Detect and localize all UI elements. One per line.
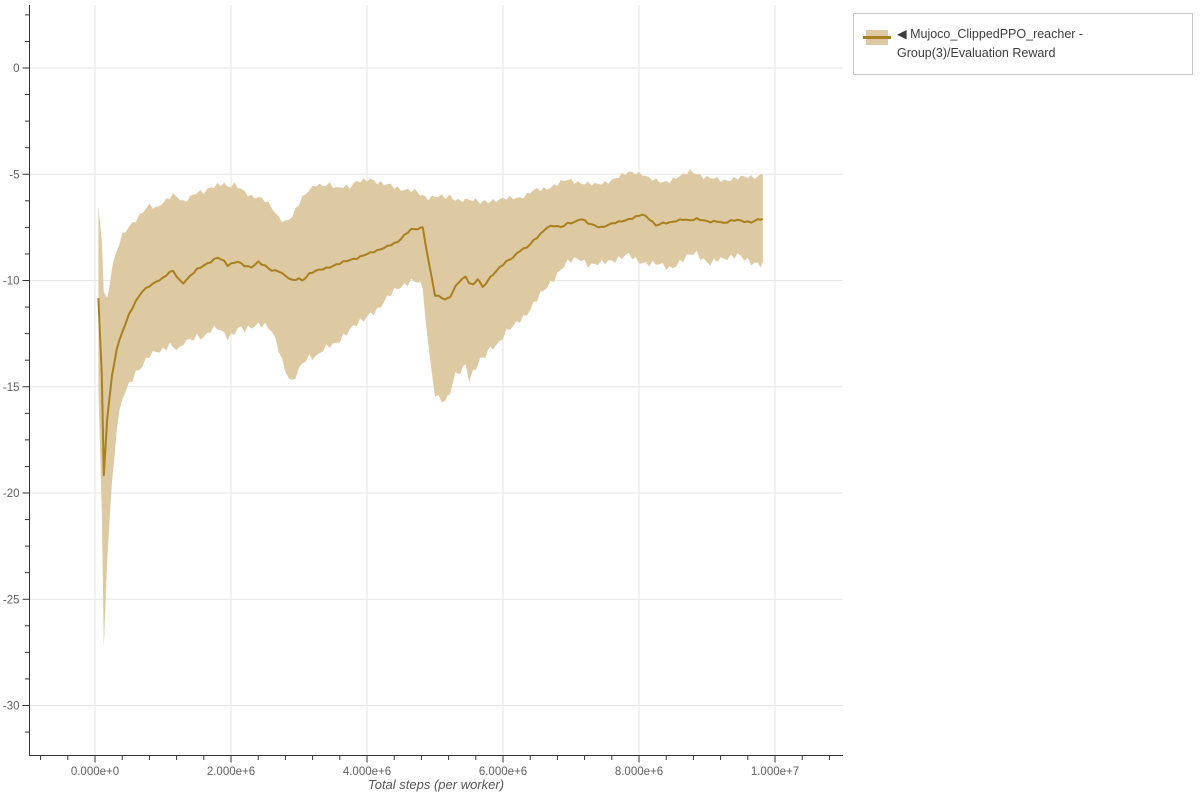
line-swatch bbox=[863, 36, 891, 39]
std-band-area bbox=[98, 169, 763, 648]
x-tick-label: 2.000e+6 bbox=[207, 766, 255, 778]
legend: ◀ Mujoco_ClippedPPO_reacher - Group(3)/E… bbox=[853, 13, 1193, 75]
y-tick-label: -10 bbox=[3, 276, 20, 288]
y-tick-label: -15 bbox=[3, 382, 20, 394]
x-tick-label: 1.000e+7 bbox=[751, 766, 799, 778]
series-swatch-icon bbox=[863, 30, 891, 45]
y-tick-label: -30 bbox=[3, 701, 20, 713]
x-tick-label: 8.000e+6 bbox=[615, 766, 663, 778]
x-axis-title: Total steps (per worker) bbox=[367, 777, 505, 792]
y-tick-label: -25 bbox=[3, 594, 20, 606]
dashboard-page: 0 -5 -10 -15 -20 -25 -30 0.000e+0 2.000e+6 4.000e… bbox=[0, 0, 1200, 800]
reward-chart-canvas[interactable]: 0-5-10-15-20-25-300.000e+0 2.000e+6 4.000e… bbox=[0, 0, 860, 800]
axes-layer: 0-5-10-15-20-25-300.000e+0 2.000e+6 4.000e… bbox=[3, 5, 843, 778]
x-tick-label: 0.000e+0 bbox=[71, 766, 119, 778]
y-tick-label: -5 bbox=[9, 169, 19, 181]
y-tick-label: 0 bbox=[13, 63, 19, 75]
y-tick-label: -20 bbox=[3, 488, 20, 500]
legend-label: ◀ Mujoco_ClippedPPO_reacher - Group(3)/E… bbox=[897, 27, 1084, 60]
legend-entry[interactable]: ◀ Mujoco_ClippedPPO_reacher - Group(3)/E… bbox=[863, 25, 1182, 63]
